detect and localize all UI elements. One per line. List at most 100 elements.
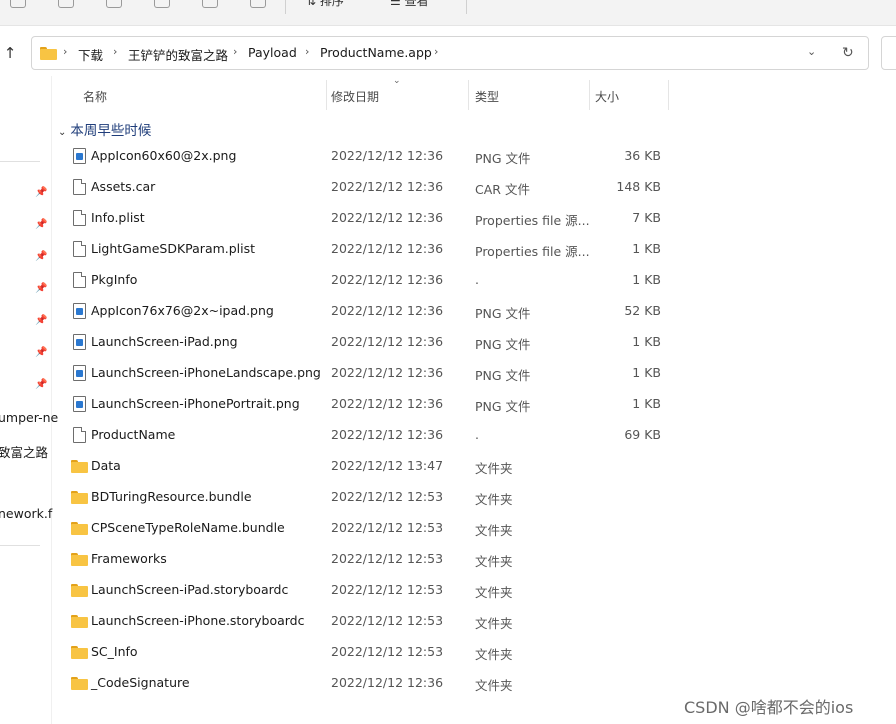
nav-item[interactable]: umper-ne bbox=[0, 410, 58, 425]
group-label: 本周早些时候 bbox=[70, 123, 152, 139]
file-type: 文件夹 bbox=[475, 523, 513, 538]
sort-button[interactable]: ⇅ 排序 bbox=[306, 0, 344, 9]
file-name: LaunchScreen-iPad.storyboardc bbox=[91, 582, 289, 597]
file-name: SC_Info bbox=[91, 644, 138, 659]
nav-item[interactable]: nework.f bbox=[0, 506, 52, 521]
file-type: 文件夹 bbox=[475, 616, 513, 631]
rename-icon[interactable] bbox=[154, 0, 170, 8]
file-size: 1 KB bbox=[632, 334, 661, 349]
pin-icon[interactable]: 📌 bbox=[35, 315, 47, 326]
chevron-right-icon[interactable]: › bbox=[305, 45, 309, 58]
modified-date: 2022/12/12 12:53 bbox=[331, 644, 444, 659]
file-type: 文件夹 bbox=[475, 461, 513, 476]
breadcrumb-payload[interactable]: Payload bbox=[248, 45, 297, 60]
watermark: CSDN @啥都不会的ios bbox=[684, 698, 854, 717]
folder-icon bbox=[71, 553, 88, 566]
paste-icon[interactable] bbox=[106, 0, 122, 8]
table-row[interactable]: CPSceneTypeRoleName.bundle 2022/12/12 12:… bbox=[52, 513, 692, 544]
nav-item[interactable]: 致富之路 bbox=[0, 442, 48, 461]
up-arrow-icon[interactable]: ↑ bbox=[1, 43, 19, 63]
modified-date: 2022/12/12 12:36 bbox=[331, 365, 444, 380]
file-name: AppIcon76x76@2x~ipad.png bbox=[91, 303, 274, 318]
table-row[interactable]: LaunchScreen-iPhone.storyboardc 2022/12/1… bbox=[52, 606, 692, 637]
delete-icon[interactable] bbox=[250, 0, 266, 8]
table-row[interactable]: LaunchScreen-iPhonePortrait.png 2022/12/1… bbox=[52, 389, 692, 420]
file-name: LaunchScreen-iPad.png bbox=[91, 334, 238, 349]
chevron-right-icon[interactable]: › bbox=[233, 45, 237, 58]
table-row[interactable]: PkgInfo 2022/12/12 12:36. 1 KB bbox=[52, 265, 692, 296]
column-divider[interactable] bbox=[668, 80, 669, 110]
file-size: 1 KB bbox=[632, 272, 661, 287]
table-row[interactable]: Info.plist 2022/12/12 12:36 Properties fil… bbox=[52, 203, 692, 234]
divider bbox=[0, 545, 40, 546]
pin-icon[interactable]: 📌 bbox=[35, 283, 47, 294]
copy-icon[interactable] bbox=[58, 0, 74, 8]
pin-icon[interactable]: 📌 bbox=[35, 251, 47, 262]
file-name: LaunchScreen-iPhonePortrait.png bbox=[91, 396, 300, 411]
view-button[interactable]: ☰ 查看 bbox=[390, 0, 429, 9]
modified-date: 2022/12/12 12:36 bbox=[331, 303, 444, 318]
file-size: 69 KB bbox=[624, 427, 661, 442]
file-type: 文件夹 bbox=[475, 647, 513, 662]
pin-icon[interactable]: 📌 bbox=[35, 379, 47, 390]
column-divider[interactable] bbox=[589, 80, 590, 110]
table-row[interactable]: LaunchScreen-iPhoneLandscape.png 2022/12/… bbox=[52, 358, 692, 389]
file-name: Data bbox=[91, 458, 121, 473]
chevron-down-icon[interactable]: ⌄ bbox=[58, 127, 66, 138]
pin-icon[interactable]: 📌 bbox=[35, 347, 47, 358]
search-input[interactable] bbox=[881, 36, 896, 70]
chevron-right-icon[interactable]: › bbox=[434, 45, 438, 58]
file-size: 7 KB bbox=[632, 210, 661, 225]
group-header[interactable]: ⌄ 本周早些时候 bbox=[58, 119, 151, 139]
table-row[interactable]: Assets.car 2022/12/12 12:36 CAR 文件 148 KB bbox=[52, 172, 692, 203]
table-row[interactable]: ProductName 2022/12/12 12:36. 69 KB bbox=[52, 420, 692, 451]
column-header-date[interactable]: 修改日期 bbox=[331, 88, 379, 105]
table-row[interactable]: AppIcon60x60@2x.png 2022/12/12 12:36 PNG 文… bbox=[52, 141, 692, 172]
folder-icon bbox=[71, 491, 88, 504]
modified-date: 2022/12/12 12:53 bbox=[331, 582, 444, 597]
table-row[interactable]: Data 2022/12/12 13:47 文件夹 bbox=[52, 451, 692, 482]
address-bar[interactable]: › 下载 › 王铲铲的致富之路 › Payload › ProductName.… bbox=[31, 36, 869, 70]
file-type: 文件夹 bbox=[475, 678, 513, 693]
chevron-right-icon[interactable]: › bbox=[63, 45, 67, 58]
table-row[interactable]: LaunchScreen-iPad.png 2022/12/12 12:36 PNG… bbox=[52, 327, 692, 358]
share-icon[interactable] bbox=[202, 0, 218, 8]
column-header-name[interactable]: 名称 bbox=[83, 88, 107, 105]
column-header-type[interactable]: 类型 bbox=[475, 88, 499, 105]
file-type: PNG 文件 bbox=[475, 368, 531, 383]
column-divider[interactable] bbox=[468, 80, 469, 110]
toolbar-separator bbox=[466, 0, 467, 14]
pin-icon[interactable]: 📌 bbox=[35, 187, 47, 198]
breadcrumb-app[interactable]: ProductName.app bbox=[320, 45, 432, 60]
file-icon bbox=[73, 210, 86, 226]
column-header-size[interactable]: 大小 bbox=[595, 88, 619, 105]
image-file-icon bbox=[73, 396, 86, 412]
image-file-icon bbox=[73, 303, 86, 319]
file-size: 1 KB bbox=[632, 396, 661, 411]
pin-icon[interactable]: 📌 bbox=[35, 219, 47, 230]
table-row[interactable]: BDTuringResource.bundle 2022/12/12 12:53 文… bbox=[52, 482, 692, 513]
file-type: 文件夹 bbox=[475, 492, 513, 507]
table-row[interactable]: LaunchScreen-iPad.storyboardc 2022/12/12 … bbox=[52, 575, 692, 606]
breadcrumb-downloads[interactable]: 下载 bbox=[78, 45, 103, 64]
divider bbox=[0, 161, 40, 162]
breadcrumb-folder[interactable]: 王铲铲的致富之路 bbox=[128, 45, 228, 64]
table-row[interactable]: _CodeSignature 2022/12/12 12:36 文件夹 bbox=[52, 668, 692, 699]
column-divider[interactable] bbox=[326, 80, 327, 110]
table-row[interactable]: SC_Info 2022/12/12 12:53 文件夹 bbox=[52, 637, 692, 668]
image-file-icon bbox=[73, 334, 86, 350]
cut-icon[interactable] bbox=[10, 0, 26, 8]
table-row[interactable]: LightGameSDKParam.plist 2022/12/12 12:36 P… bbox=[52, 234, 692, 265]
modified-date: 2022/12/12 12:36 bbox=[331, 396, 444, 411]
chevron-right-icon[interactable]: › bbox=[113, 45, 117, 58]
chevron-down-icon[interactable]: ⌄ bbox=[807, 45, 816, 58]
refresh-icon[interactable]: ↻ bbox=[842, 45, 854, 61]
image-file-icon bbox=[73, 365, 86, 381]
table-row[interactable]: Frameworks 2022/12/12 12:53 文件夹 bbox=[52, 544, 692, 575]
file-type: Properties file 源... bbox=[475, 244, 590, 259]
modified-date: 2022/12/12 12:53 bbox=[331, 520, 444, 535]
file-name: Assets.car bbox=[91, 179, 156, 194]
file-icon bbox=[73, 272, 86, 288]
modified-date: 2022/12/12 12:36 bbox=[331, 675, 444, 690]
table-row[interactable]: AppIcon76x76@2x~ipad.png 2022/12/12 12:36… bbox=[52, 296, 692, 327]
